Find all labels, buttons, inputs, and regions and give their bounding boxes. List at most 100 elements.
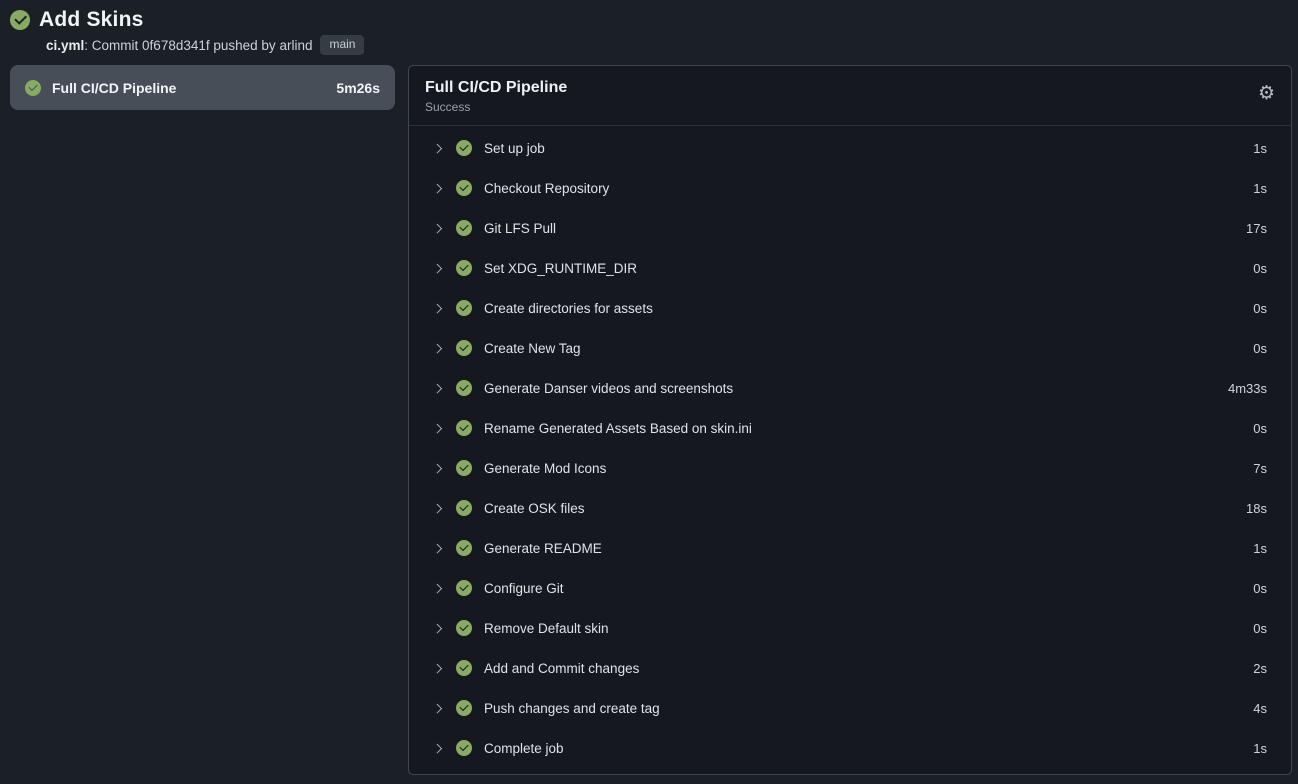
step-name: Set up job	[484, 141, 545, 156]
step-duration: 0s	[1253, 301, 1267, 316]
run-title-line: Add Skins	[10, 8, 1288, 32]
step-name: Add and Commit changes	[484, 661, 639, 676]
step-row[interactable]: Add and Commit changes 2s	[409, 648, 1291, 688]
step-name: Create New Tag	[484, 341, 581, 356]
run-title: Add Skins	[39, 8, 143, 32]
commit-label: : Commit	[84, 38, 142, 53]
step-success-check-icon	[456, 740, 472, 756]
chevron-right-icon[interactable]	[433, 423, 444, 434]
step-success-check-icon	[456, 460, 472, 476]
actions-run-page: Add Skins ci.yml: Commit 0f678d341f push…	[0, 0, 1298, 775]
step-row[interactable]: Rename Generated Assets Based on skin.in…	[409, 408, 1291, 448]
step-row[interactable]: Generate Mod Icons 7s	[409, 448, 1291, 488]
step-duration: 0s	[1253, 621, 1267, 636]
step-name: Checkout Repository	[484, 181, 609, 196]
chevron-right-icon[interactable]	[433, 383, 444, 394]
step-row[interactable]: Remove Default skin 0s	[409, 608, 1291, 648]
step-row[interactable]: Create directories for assets 0s	[409, 288, 1291, 328]
step-row[interactable]: Set XDG_RUNTIME_DIR 0s	[409, 248, 1291, 288]
chevron-right-icon[interactable]	[433, 263, 444, 274]
step-name: Set XDG_RUNTIME_DIR	[484, 261, 637, 276]
step-row[interactable]: Git LFS Pull 17s	[409, 208, 1291, 248]
step-duration: 7s	[1253, 461, 1267, 476]
step-name: Configure Git	[484, 581, 564, 596]
step-duration: 0s	[1253, 261, 1267, 276]
step-success-check-icon	[456, 620, 472, 636]
job-name: Full CI/CD Pipeline	[52, 80, 176, 96]
step-row[interactable]: Checkout Repository 1s	[409, 168, 1291, 208]
step-name: Git LFS Pull	[484, 221, 556, 236]
chevron-right-icon[interactable]	[433, 343, 444, 354]
step-row[interactable]: Configure Git 0s	[409, 568, 1291, 608]
step-success-check-icon	[456, 260, 472, 276]
chevron-right-icon[interactable]	[433, 623, 444, 634]
step-duration: 1s	[1253, 541, 1267, 556]
job-duration: 5m26s	[336, 80, 380, 96]
pushed-by-label: pushed by	[210, 38, 280, 53]
jobs-sidebar: Full CI/CD Pipeline 5m26s	[0, 65, 395, 110]
step-success-check-icon	[456, 220, 472, 236]
step-success-check-icon	[456, 540, 472, 556]
chevron-right-icon[interactable]	[433, 183, 444, 194]
step-row[interactable]: Create New Tag 0s	[409, 328, 1291, 368]
step-name: Complete job	[484, 741, 564, 756]
chevron-right-icon[interactable]	[433, 503, 444, 514]
job-item-full-ci-cd-pipeline[interactable]: Full CI/CD Pipeline 5m26s	[10, 65, 395, 110]
chevron-right-icon[interactable]	[433, 303, 444, 314]
job-status-text: Success	[425, 100, 1275, 114]
chevron-right-icon[interactable]	[433, 583, 444, 594]
commit-sha-link[interactable]: 0f678d341f	[142, 38, 210, 53]
workflow-file-link[interactable]: ci.yml	[46, 38, 84, 53]
step-success-check-icon	[456, 660, 472, 676]
step-success-check-icon	[456, 340, 472, 356]
step-duration: 0s	[1253, 421, 1267, 436]
chevron-right-icon[interactable]	[433, 663, 444, 674]
job-panel-title: Full CI/CD Pipeline	[425, 79, 1275, 97]
step-row[interactable]: Complete job 1s	[409, 728, 1291, 768]
settings-gear-icon[interactable]: ⚙	[1258, 84, 1275, 103]
chevron-right-icon[interactable]	[433, 143, 444, 154]
step-duration: 1s	[1253, 141, 1267, 156]
step-name: Create directories for assets	[484, 301, 653, 316]
chevron-right-icon[interactable]	[433, 703, 444, 714]
branch-badge[interactable]: main	[320, 35, 364, 55]
steps-list: Set up job 1s Checkout Repository 1s Git…	[409, 126, 1291, 774]
author-link[interactable]: arlind	[279, 38, 312, 53]
step-name: Push changes and create tag	[484, 701, 660, 716]
job-success-check-icon	[25, 80, 41, 96]
step-name: Generate Mod Icons	[484, 461, 606, 476]
step-row[interactable]: Generate README 1s	[409, 528, 1291, 568]
step-duration: 4s	[1253, 701, 1267, 716]
step-row[interactable]: Set up job 1s	[409, 128, 1291, 168]
step-success-check-icon	[456, 420, 472, 436]
step-name: Generate Danser videos and screenshots	[484, 381, 733, 396]
step-name: Remove Default skin	[484, 621, 609, 636]
chevron-right-icon[interactable]	[433, 743, 444, 754]
step-success-check-icon	[456, 140, 472, 156]
chevron-right-icon[interactable]	[433, 543, 444, 554]
step-success-check-icon	[456, 580, 472, 596]
step-success-check-icon	[456, 380, 472, 396]
run-success-check-icon	[10, 10, 30, 30]
step-duration: 0s	[1253, 341, 1267, 356]
step-row[interactable]: Create OSK files 18s	[409, 488, 1291, 528]
step-name: Generate README	[484, 541, 602, 556]
run-header: Add Skins ci.yml: Commit 0f678d341f push…	[0, 0, 1298, 55]
step-success-check-icon	[456, 700, 472, 716]
chevron-right-icon[interactable]	[433, 223, 444, 234]
run-meta-line: ci.yml: Commit 0f678d341f pushed by arli…	[46, 35, 1288, 55]
step-row[interactable]: Push changes and create tag 4s	[409, 688, 1291, 728]
step-duration: 0s	[1253, 581, 1267, 596]
step-duration: 1s	[1253, 181, 1267, 196]
step-duration: 18s	[1246, 501, 1267, 516]
step-row[interactable]: Generate Danser videos and screenshots 4…	[409, 368, 1291, 408]
run-content: Full CI/CD Pipeline 5m26s Full CI/CD Pip…	[0, 65, 1298, 775]
step-name: Rename Generated Assets Based on skin.in…	[484, 421, 752, 436]
step-success-check-icon	[456, 300, 472, 316]
step-duration: 2s	[1253, 661, 1267, 676]
chevron-right-icon[interactable]	[433, 463, 444, 474]
step-duration: 1s	[1253, 741, 1267, 756]
step-success-check-icon	[456, 180, 472, 196]
step-success-check-icon	[456, 500, 472, 516]
step-duration: 4m33s	[1228, 381, 1267, 396]
